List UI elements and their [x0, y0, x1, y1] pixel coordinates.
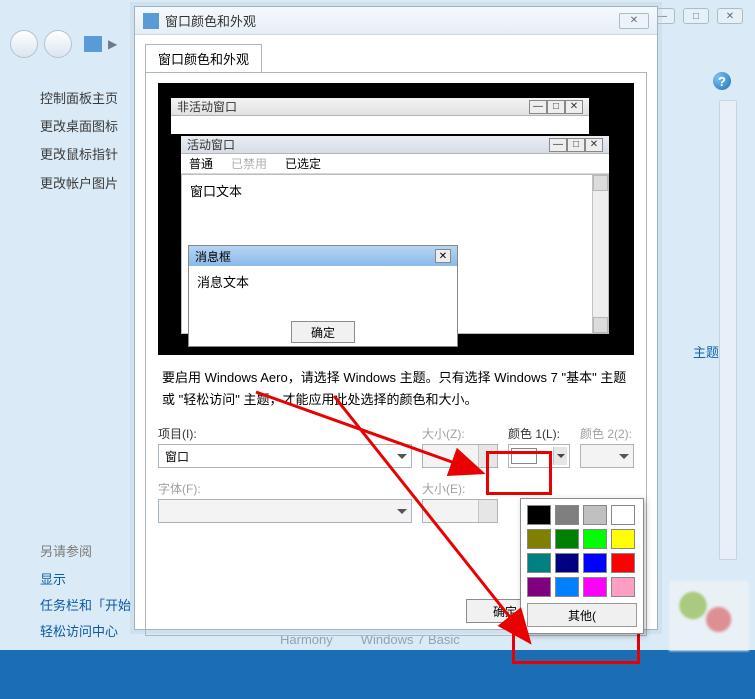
other-colors-button[interactable]: 其他(	[527, 603, 637, 627]
dialog-titlebar: 窗口颜色和外观 ✕	[135, 7, 657, 35]
sidebar-link-ease-of-access[interactable]: 轻松访问中心	[40, 623, 140, 641]
preview-min-icon: —	[529, 100, 547, 114]
sidebar-link-mouse-pointer[interactable]: 更改鼠标指针	[40, 146, 140, 164]
size-z-spin	[422, 444, 498, 468]
sidebar-link-cp-home[interactable]: 控制面板主页	[40, 90, 140, 108]
cutoff-theme-link[interactable]: 主题	[693, 342, 719, 361]
description-text: 要启用 Windows Aero，请选择 Windows 主题。只有选择 Win…	[162, 367, 630, 411]
size-e-spin	[422, 499, 498, 523]
tab-color-appearance[interactable]: 窗口颜色和外观	[145, 44, 262, 73]
cp-icon	[84, 36, 102, 52]
color1-swatch	[511, 448, 537, 464]
preview-msgbox-ok: 确定	[291, 321, 355, 343]
bg-window-buttons: — □ ✕	[649, 8, 743, 24]
label-size-z: 大小(Z):	[422, 425, 498, 442]
preview-max-icon: □	[547, 100, 565, 114]
preview-close-icon: ✕	[565, 100, 583, 114]
preview-active-window: 活动窗口 — □ ✕ 普通 已禁用 已选定 窗口文本	[180, 135, 610, 335]
label-size-e: 大小(E):	[422, 480, 498, 497]
bg-maximize-button[interactable]: □	[683, 8, 709, 24]
preview-menu-disabled: 已禁用	[231, 155, 267, 172]
sidebar-link-desktop-icons[interactable]: 更改桌面图标	[40, 118, 140, 136]
color-grid	[527, 505, 637, 597]
font-combo	[158, 499, 412, 523]
sidebar-link-account-pic[interactable]: 更改帐户图片	[40, 175, 140, 193]
item-combo[interactable]: 窗口	[158, 444, 412, 468]
dialog-close-button[interactable]: ✕	[619, 13, 649, 29]
sidebar-link-taskbar[interactable]: 任务栏和「开始	[40, 597, 140, 615]
label-color2: 颜色 2(2):	[580, 425, 634, 442]
preview-msgbox-title: 消息框	[195, 248, 231, 265]
sidebar-seealso-label: 另请参阅	[40, 543, 140, 561]
color-cell[interactable]	[527, 553, 551, 573]
sidebar-link-display[interactable]: 显示	[40, 571, 140, 589]
preview-active-title: 活动窗口	[187, 136, 235, 153]
dialog-icon	[143, 13, 159, 29]
color-cell[interactable]	[527, 529, 551, 549]
preview-menu: 普通 已禁用 已选定	[181, 154, 609, 174]
preview-inactive-window: 非活动窗口 — □ ✕	[170, 97, 590, 135]
color-cell[interactable]	[555, 529, 579, 549]
label-item: 项目(I):	[158, 425, 412, 442]
label-color1: 颜色 1(L):	[508, 425, 570, 442]
color-cell[interactable]	[583, 529, 607, 549]
color-cell[interactable]	[611, 553, 635, 573]
color-cell[interactable]	[583, 577, 607, 597]
color-cell[interactable]	[611, 529, 635, 549]
preview-msgbox-close-icon: ✕	[435, 249, 451, 263]
preview-window-text: 窗口文本	[190, 181, 242, 200]
color-picker-popup: 其他(	[520, 498, 644, 634]
preview-min-icon: —	[549, 138, 567, 152]
color-cell[interactable]	[527, 577, 551, 597]
color1-button[interactable]	[508, 444, 570, 468]
right-scrollbar[interactable]	[719, 100, 737, 560]
preview-menu-normal: 普通	[189, 155, 213, 172]
color-cell[interactable]	[583, 505, 607, 525]
color-cell[interactable]	[555, 553, 579, 573]
bg-nav: ▶	[10, 30, 117, 58]
preview-inactive-title: 非活动窗口	[177, 98, 237, 115]
color-cell[interactable]	[611, 505, 635, 525]
item-combo-value: 窗口	[165, 448, 189, 465]
color-cell[interactable]	[555, 505, 579, 525]
color2-button	[580, 444, 634, 468]
label-font: 字体(F):	[158, 480, 412, 497]
color-cell[interactable]	[555, 577, 579, 597]
back-nav-circle[interactable]	[10, 30, 38, 58]
preview-msgbox-text: 消息文本	[189, 266, 457, 297]
preview-menu-selected: 已选定	[285, 155, 321, 172]
color-cell[interactable]	[611, 577, 635, 597]
sidebar: 控制面板主页 更改桌面图标 更改鼠标指针 更改帐户图片 另请参阅 显示 任务栏和…	[40, 90, 140, 650]
preview-max-icon: □	[567, 138, 585, 152]
dialog-title: 窗口颜色和外观	[165, 11, 256, 30]
help-icon[interactable]: ?	[713, 72, 731, 90]
preview-body: 窗口文本 消息框 ✕ 消息文本 确定	[181, 174, 609, 334]
color1-dropdown-icon	[553, 447, 567, 465]
preview-area: 非活动窗口 — □ ✕ 活动窗口 — □ ✕	[158, 83, 634, 355]
decorative-blur	[669, 581, 749, 651]
bg-close-button[interactable]: ✕	[717, 8, 743, 24]
color-cell[interactable]	[527, 505, 551, 525]
preview-close-icon: ✕	[585, 138, 603, 152]
breadcrumb-arrow-icon: ▶	[108, 37, 117, 51]
color-cell[interactable]	[583, 553, 607, 573]
preview-msgbox: 消息框 ✕ 消息文本 确定	[188, 245, 458, 347]
forward-nav-circle[interactable]	[44, 30, 72, 58]
preview-scrollbar	[592, 175, 608, 333]
